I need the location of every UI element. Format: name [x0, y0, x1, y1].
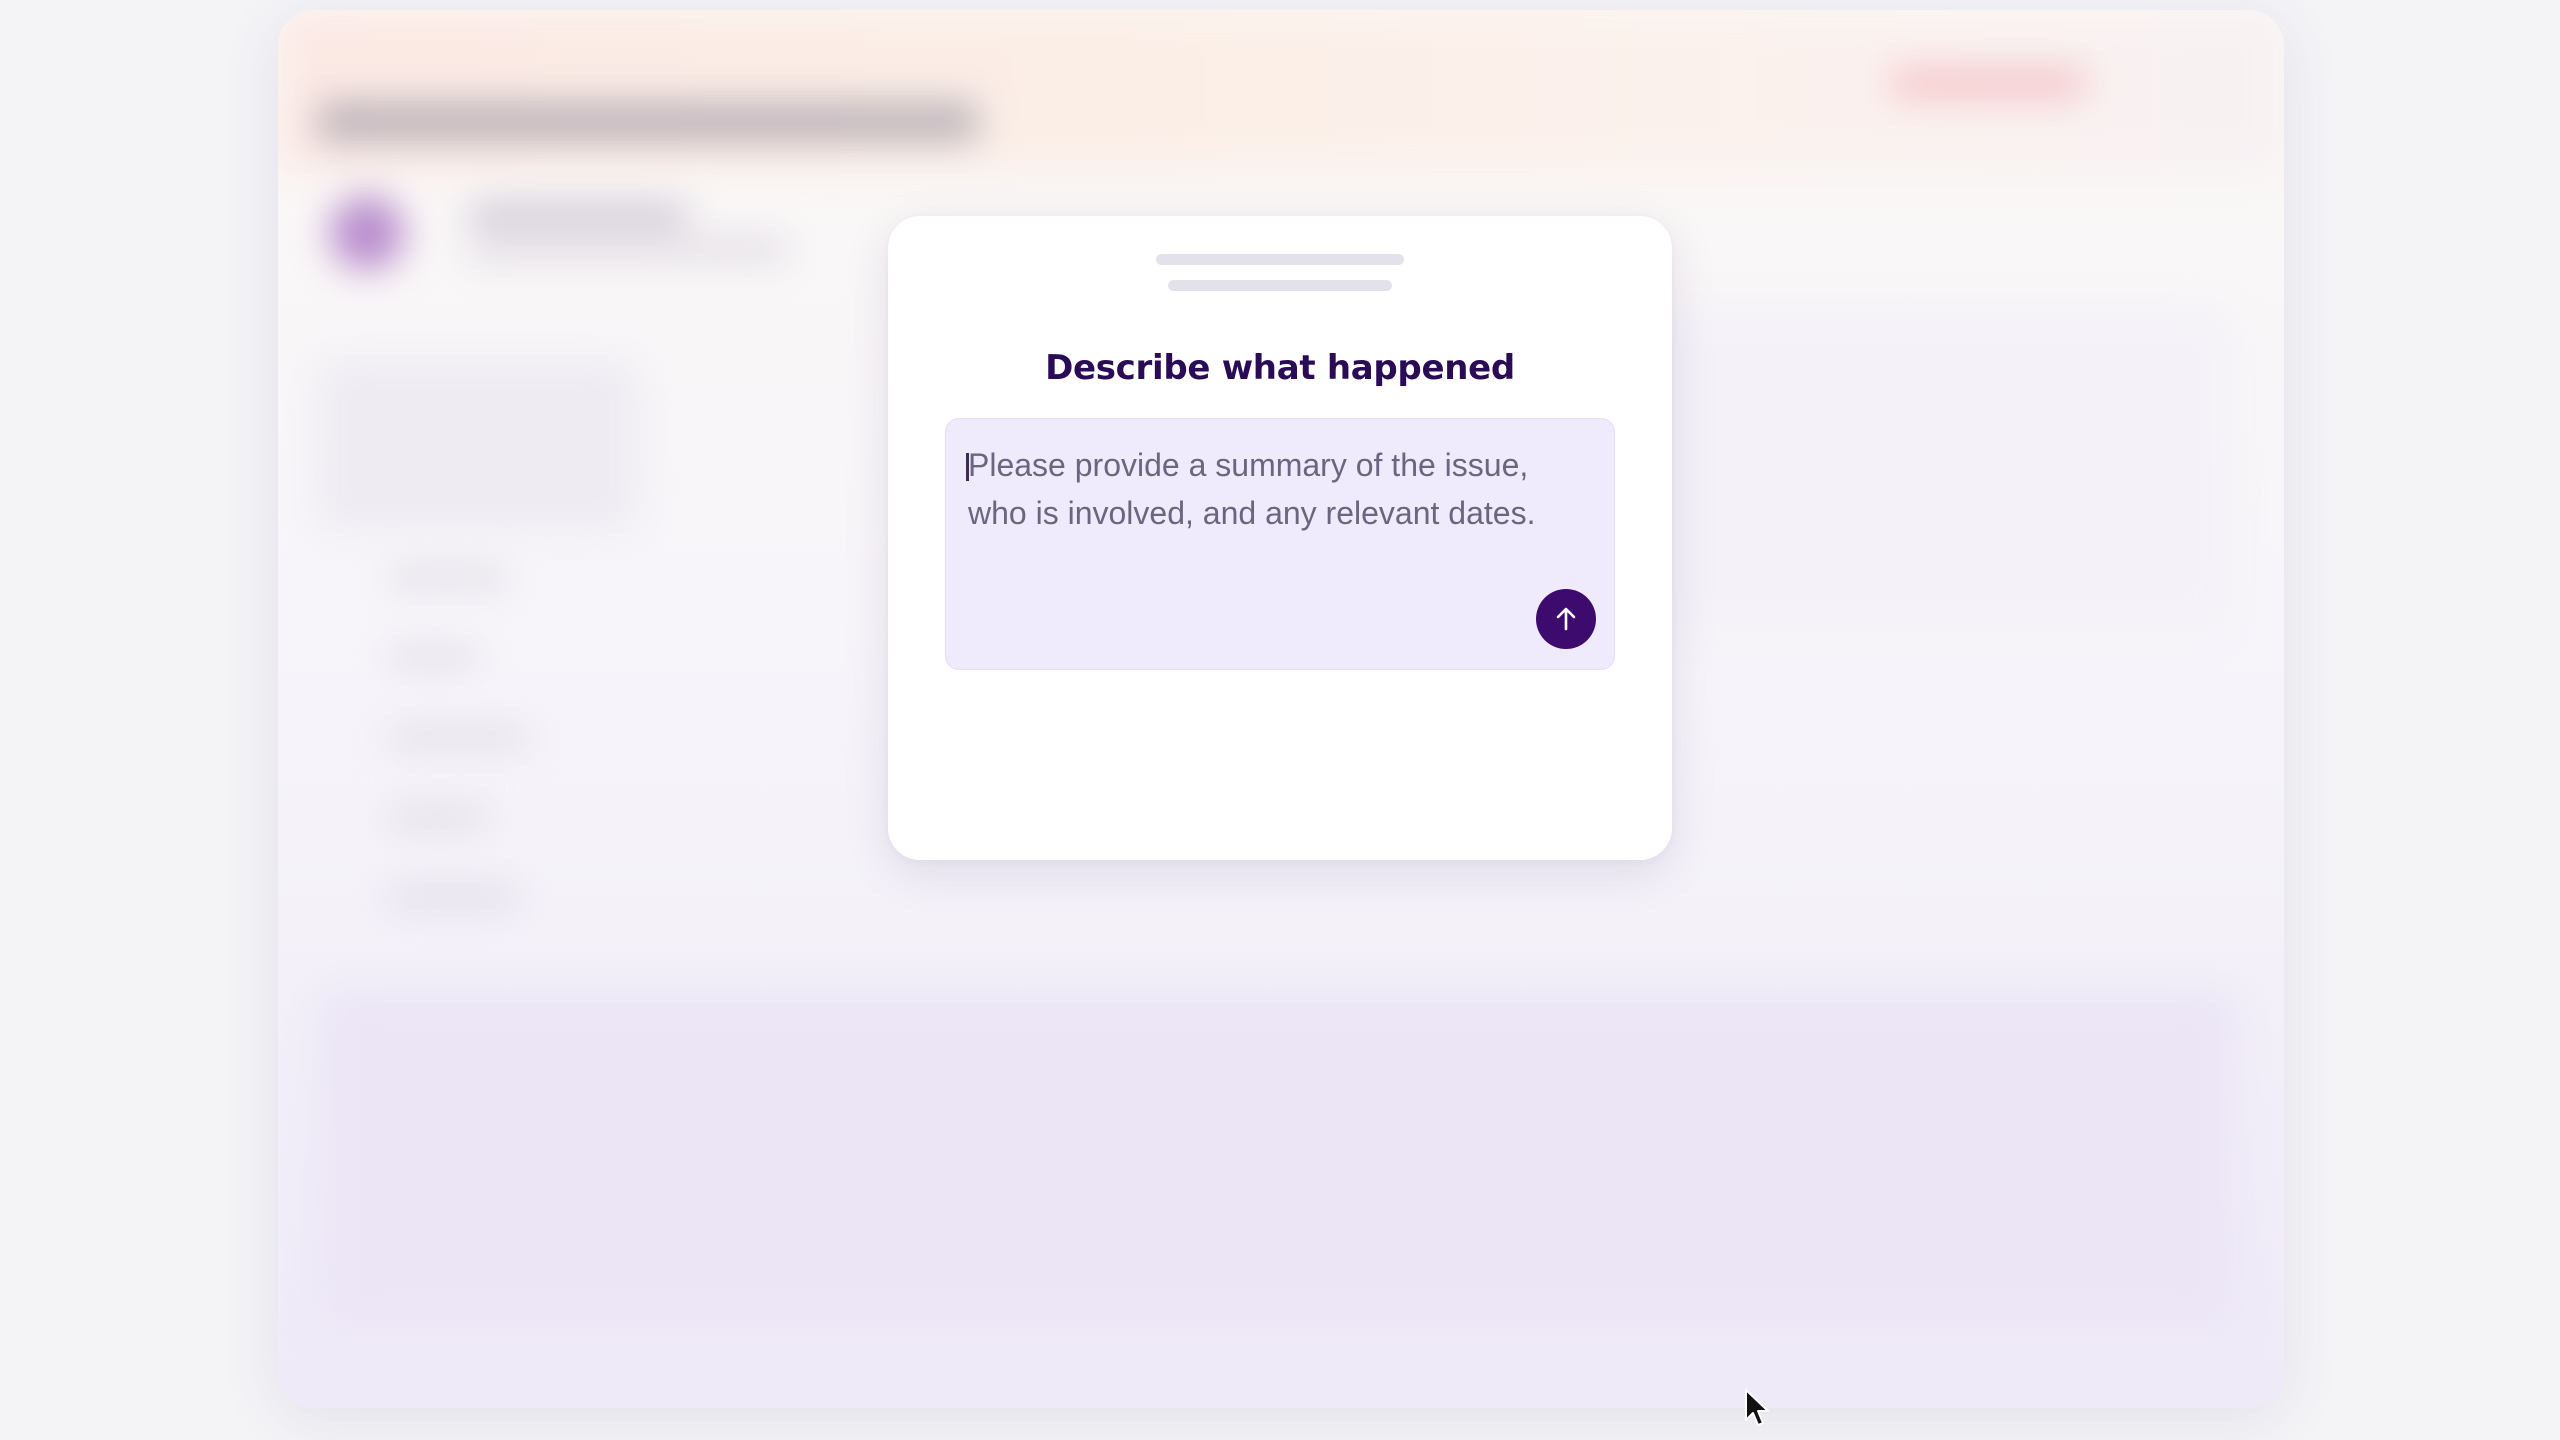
- arrow-up-icon: [1556, 607, 1576, 631]
- describe-issue-modal: Describe what happened: [888, 216, 1672, 860]
- background-side-line: [388, 650, 478, 664]
- background-name-placeholder: [468, 206, 688, 224]
- background-side-line: [388, 890, 518, 904]
- background-status-pill: [1888, 68, 2088, 98]
- background-side-line: [388, 810, 488, 824]
- mouse-pointer-icon: [1745, 1389, 1769, 1426]
- background-side-line: [388, 730, 528, 744]
- document-lines-icon: [888, 254, 1672, 294]
- background-side-line: [388, 570, 508, 584]
- background-bottom-card: [318, 990, 2238, 1330]
- background-avatar: [330, 196, 404, 270]
- document-line: [1168, 280, 1392, 291]
- background-side-card: [318, 360, 638, 530]
- background-title-placeholder: [318, 102, 978, 142]
- send-button[interactable]: [1536, 589, 1596, 649]
- background-subtitle-placeholder: [468, 242, 788, 256]
- text-caret: [966, 453, 969, 481]
- document-line: [1156, 254, 1404, 265]
- modal-title: Describe what happened: [1045, 348, 1515, 388]
- screen: Describe what happened: [0, 0, 2560, 1440]
- description-input[interactable]: [946, 419, 1614, 669]
- description-input-container: [945, 418, 1615, 670]
